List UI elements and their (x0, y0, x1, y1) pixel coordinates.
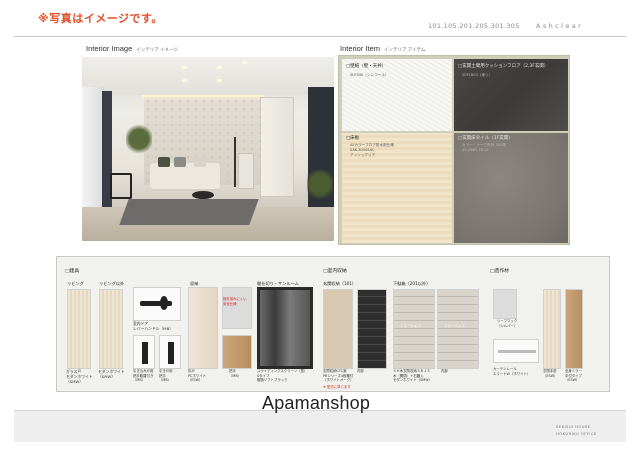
entry-door-photo (543, 289, 561, 369)
caption-entrance-inside: 内部 (357, 369, 364, 373)
sliding-screen-photo (257, 287, 313, 369)
header-divider (14, 36, 626, 37)
full-mirror-photo (565, 289, 583, 369)
swatch-wallpaper: □壁紙（壁・天井） SLP340（シンコール） (342, 59, 452, 131)
caption-closet-handle: 把手 （MB） (229, 369, 242, 378)
shoe-door-label-1: ミラーＨａ-ト (400, 324, 422, 328)
swatch-flooring-label: □床板 (346, 136, 360, 141)
category-fittings: □建具 (65, 269, 80, 274)
recessed-pull-photo (133, 335, 155, 369)
curtain-rail-photo (493, 339, 539, 363)
interior-photo (82, 57, 334, 241)
property-code: 101.105.201.205.301.305 (428, 22, 520, 30)
caption-sliding-pull: 引き戸用 把手 （MB） (159, 369, 173, 383)
caption-finger-safe: 指を挟みにくい 安全仕様 (223, 297, 247, 306)
swatch-cushion-floor-label: □玄関土間用クッションフロア（2,3F玄関） (458, 64, 549, 69)
sub-entrance-storage: 玄関収納（101） (323, 281, 357, 286)
caption-curtain-hook: リーフフック （シルバー） (497, 319, 518, 328)
entrance-storage-photo (323, 289, 353, 369)
category-storage: □室内収納 (323, 269, 347, 274)
caption-glass-door: ガラス戸 モダンホワイト （SMW） (66, 369, 93, 385)
interior-item-panel: □壁紙（壁・天井） SLP340（シンコール） □玄関土間用クッションフロア（2… (338, 55, 570, 245)
caption-entrance-storage: 玄関収納CTC案 PRシリーズ4段棚付 （ホワイトオーク） (323, 369, 354, 383)
modern-white-door-photo (99, 289, 123, 369)
watermark: Apamanshop (262, 393, 371, 413)
footer-company: SEKISUI HOUSE (556, 424, 591, 429)
sliding-pull-photo (159, 335, 181, 369)
curtain-hook-photo (493, 289, 517, 319)
finger-safe-photo (222, 287, 252, 329)
shoe-storage-photo: ミラーＨａ-ト (393, 289, 435, 369)
interior-image-title: Interior Image (86, 44, 133, 53)
interior-item-subtitle: インテリア アイテム (384, 47, 426, 52)
equipment-panel: □建具 □室内収納 □造作材 リビング リビング以外 収納 間仕切り・サンルーム… (56, 256, 610, 392)
caption-modern-white-door: モダンホワイト （SMW） (98, 369, 125, 380)
interior-image-subtitle: インテリア イメージ (136, 47, 178, 52)
swatch-wallpaper-label: □壁紙（壁・天井） (346, 64, 387, 69)
swatch-entrance-tile-code: カラー：ナーヴ外外 300角 ZS-0663 70 15 (462, 143, 506, 152)
footer-office: HOKURIKU OFFICE (556, 431, 597, 436)
interior-item-title: Interior Item (340, 44, 381, 53)
swatch-wallpaper-code: SLP340（シンコール） (350, 73, 389, 77)
swatch-cushion-floor-code: 20F1803（東リ） (462, 73, 493, 77)
swatch-entrance-tile-label: □玄関床タイル（1F玄関） (458, 136, 513, 141)
caption-lever-handle: 室内ドア レバーハンドル（MB） (133, 321, 173, 332)
caption-recessed-pull: 引き込み戸用 把手取替付き （MB） (133, 369, 154, 383)
model-note: ※ 型式に準じます (323, 385, 351, 389)
folding-door-photo (188, 287, 218, 369)
sub-shoe-storage: 下駄箱（201以外） (393, 281, 431, 286)
caption-full-mirror: 全身ミラー 手付タイプ （ESW） (565, 369, 582, 383)
caption-entry-door: 玄関手前 （ESW） (543, 369, 558, 378)
swatch-flooring-code: AFカラーフロア防水用仕様 SAK-3040SAC アッシュグリア (350, 143, 394, 157)
lever-handle-photo (133, 287, 181, 321)
brand-name: Ashclear (536, 22, 584, 30)
caption-folding-door: 折戸 PCホワイト （ESW） (188, 369, 206, 383)
shoe-door-label-2: ミラーＨａ-ト (444, 324, 466, 328)
swatch-flooring: □床板 AFカラーフロア防水用仕様 SAK-3040SAC アッシュグリア (342, 133, 452, 243)
caption-sliding-screen: スライディングスクリーン（型） Sタイプ 樹脂ソフトブラック (257, 369, 308, 383)
sub-living-western: リビング以外 (99, 281, 125, 286)
caption-curtain-rail: カーテンレール エリートＷ（ホワイト） (493, 367, 531, 376)
image-notice: ※写真はイメージです。 (38, 12, 163, 25)
category-decor: □造作材 (490, 269, 509, 274)
footer-band (14, 410, 626, 442)
shoe-storage-photo-2: ミラーＨａ-ト (437, 289, 479, 369)
caption-shoe-storage: ＳＨ木玄関収納ＳＢ１５ 木（開閉）＋石鹸入 モダンホワイト（SMW） (393, 369, 432, 383)
interior-item-heading: Interior Item インテリア アイテム (340, 44, 425, 53)
interior-image-heading: Interior Image インテリア イメージ (86, 44, 178, 53)
sub-living: リビング (67, 281, 84, 286)
caption-shoe-inside: 内部 (441, 369, 448, 373)
swatch-cushion-floor: □玄関土間用クッションフロア（2,3F玄関） 20F1803（東リ） (454, 59, 568, 131)
swatch-entrance-tile: □玄関床タイル（1F玄関） カラー：ナーヴ外外 300角 ZS-0663 70 … (454, 133, 568, 243)
glass-door-photo (67, 289, 91, 369)
entrance-storage-inside-photo (357, 289, 387, 369)
closet-handle-photo (222, 335, 252, 369)
